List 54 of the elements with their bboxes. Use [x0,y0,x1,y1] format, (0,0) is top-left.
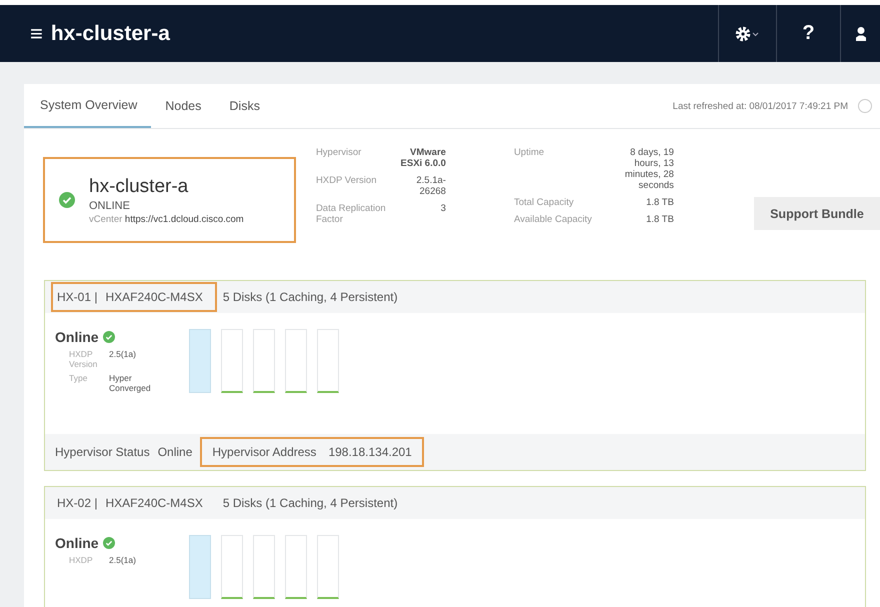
status-label: Hypervisor Status [55,445,150,459]
disk-slot [253,535,275,599]
info-label: Type [69,373,88,385]
node-model: HXAF240C-M4SX [105,290,203,304]
gear-icon [734,26,760,42]
info-label: HXDP Version [69,349,98,369]
detail-label: Data Replication Factor [316,203,387,225]
disk-summary: 5 Disks (1 Caching, 4 Persistent) [222,496,398,510]
tab[interactable]: Disks [215,84,274,128]
detail-value: VMware ESXi 6.0.0 [400,147,446,169]
disk-summary: 5 Disks (1 Caching, 4 Persistent) [222,290,398,304]
detail-label: HXDP Version [316,175,378,188]
vcenter-url: https://vc1.dcloud.cisco.com [124,214,244,224]
detail-value: 1.8 TB [645,214,674,225]
node-id: HX-01 | [57,290,98,304]
detail-label: Hypervisor [316,147,362,160]
disk-slot [221,535,243,599]
support-bundle-button[interactable]: Support Bundle [754,197,880,230]
tab[interactable]: Nodes [151,84,216,128]
cluster-name: hx-cluster-a [89,176,190,198]
help-button[interactable]: ? [776,5,840,62]
status-value: Online [158,445,192,459]
info-value: 2.5(1a) [109,349,136,361]
detail-value: 3 [440,203,446,216]
disk-slot [189,329,211,393]
node-model: HXAF240C-M4SX [105,496,203,510]
disk-slot [317,329,339,393]
last-refreshed-text: Last refreshed at: 08/01/2017 7:49:21 PM [672,100,848,112]
user-icon [855,26,867,42]
detail-label: Total Capacity [514,197,575,208]
detail-value: 1.8 TB [645,197,674,208]
detail-label: Uptime [514,147,546,160]
address-label: Hypervisor Address [212,445,316,459]
info-value: Hyper Converged [109,373,152,393]
disk-slot [189,535,211,599]
node-status: Online [55,535,99,551]
disk-slot [221,329,243,393]
address-value: 198.18.134.201 [328,445,412,459]
info-label: HXDP [69,555,94,565]
disk-slot [253,329,275,393]
info-value: 2.5(1a) [109,555,136,565]
disk-slot [317,535,339,599]
tab[interactable]: System Overview [24,84,152,128]
disk-slot [285,535,307,599]
cluster-status: ONLINE [89,200,131,212]
menu-icon[interactable]: ≡ [30,20,43,46]
node-id: HX-02 | [57,496,98,510]
detail-label: Available Capacity [514,214,593,225]
node-status: Online [55,329,99,345]
detail-value: 2.5.1a-26268 [415,175,446,197]
vcenter-label: vCenter [89,214,122,224]
disk-slot [285,329,307,393]
detail-value: 8 days, 19 hours, 13 minutes, 28 seconds [624,147,674,191]
app-title: hx-cluster-a [50,22,171,46]
